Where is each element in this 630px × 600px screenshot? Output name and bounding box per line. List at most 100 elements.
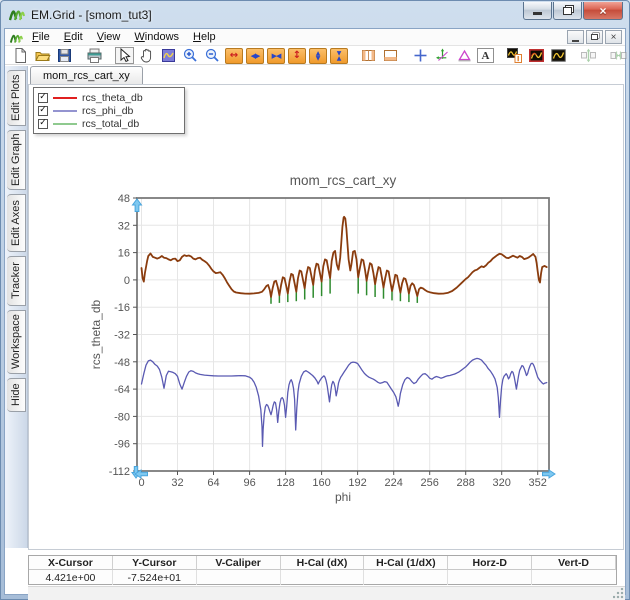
open-folder-icon[interactable] <box>33 47 52 64</box>
save-icon[interactable] <box>55 47 74 64</box>
cursor-col-header: H-Cal (1/dX) <box>364 556 448 570</box>
close-icon: × <box>599 4 606 18</box>
menu-view[interactable]: View <box>90 30 128 44</box>
cursor-col-header: X-Cursor <box>29 556 113 570</box>
document-tab-label: mom_rcs_cart_xy <box>43 70 130 82</box>
pointer-icon[interactable] <box>115 47 134 64</box>
menu-windows[interactable]: Windows <box>127 30 186 44</box>
cursor-readout-table: X-CursorY-CursorV-CaliperH-Cal (dX)H-Cal… <box>28 555 617 585</box>
main-area: mom_rcs_cart_xy ✓rcs_theta_db✓rcs_phi_db… <box>28 66 625 594</box>
resize-grip-icon[interactable] <box>613 588 624 599</box>
v-expand-icon[interactable]: ↕ <box>288 48 306 64</box>
x-tick-label: 64 <box>207 477 219 489</box>
legend-checkbox[interactable]: ✓ <box>38 106 48 116</box>
document-tab[interactable]: mom_rcs_cart_xy <box>30 66 143 84</box>
y-tick-label: -112 <box>109 466 130 478</box>
x-tick-label: 96 <box>243 477 255 489</box>
trace-copy-icon[interactable] <box>505 47 524 64</box>
y-tick-label: 32 <box>118 220 130 232</box>
menu-edit[interactable]: Edit <box>57 30 90 44</box>
v-shrink-icon[interactable]: ▼▲ <box>330 48 348 64</box>
pan-hand-icon[interactable] <box>137 47 156 64</box>
cursor-col-header: V-Caliper <box>197 556 281 570</box>
sidebar-tab-edit-graph[interactable]: Edit Graph <box>7 130 26 190</box>
x-tick-label: 224 <box>385 477 403 489</box>
content-area: Edit Plots Edit Graph Edit Axes Tracker Work… <box>5 66 625 594</box>
legend-item[interactable]: ✓rcs_phi_db <box>38 104 180 117</box>
h-shrink-icon[interactable]: ▶◀ <box>267 48 285 64</box>
legend-checkbox[interactable]: ✓ <box>38 93 48 103</box>
link-vertical-icon[interactable] <box>579 47 598 64</box>
row-region-icon[interactable] <box>381 47 400 64</box>
mdi-close-button[interactable]: × <box>605 30 622 44</box>
minimize-button[interactable] <box>523 2 552 20</box>
chart-title: mom_rcs_cart_xy <box>290 173 397 188</box>
v-split-icon[interactable]: ▲▼ <box>309 48 327 64</box>
sidebar-tab-strip: Edit Plots Edit Graph Edit Axes Tracker Work… <box>5 66 28 548</box>
x-tick-label: 128 <box>276 477 294 489</box>
chart-container[interactable]: 03264961281601922242562883203524832160-1… <box>64 163 574 513</box>
x-tick-label: 192 <box>348 477 366 489</box>
trace-dark-icon[interactable] <box>549 47 568 64</box>
trace-red-icon[interactable] <box>527 47 546 64</box>
menu-bar: FileEditViewWindowsHelp × <box>5 29 625 46</box>
mdi-close-icon: × <box>611 32 617 43</box>
x-tick-label: 320 <box>493 477 511 489</box>
legend-item[interactable]: ✓ rcs_theta_db <box>38 91 180 104</box>
menu-help[interactable]: Help <box>186 30 223 44</box>
cursor-col-value <box>197 570 281 585</box>
y-tick-label: 0 <box>124 275 130 287</box>
legend-checkbox[interactable]: ✓ <box>38 119 48 129</box>
legend-box: ✓rcs_theta_db✓rcs_phi_db✓rcs_total_db <box>33 87 185 134</box>
zoom-in-icon[interactable] <box>181 47 200 64</box>
x-tick-label: 160 <box>312 477 330 489</box>
legend-swatch <box>53 110 77 112</box>
legend-swatch <box>53 97 77 99</box>
sidebar-tab-tracker[interactable]: Tracker <box>7 256 26 306</box>
y-tick-label: -48 <box>114 357 130 369</box>
mdi-restore-button[interactable] <box>586 30 603 44</box>
axes-icon[interactable] <box>433 47 452 64</box>
cursor-col-header: Vert-D <box>532 556 616 570</box>
legend-item[interactable]: ✓ rcs_total_db <box>38 117 180 130</box>
x-tick-label: 288 <box>457 477 475 489</box>
chart-canvas[interactable]: 03264961281601922242562883203524832160-1… <box>64 163 574 513</box>
mdi-minimize-button[interactable] <box>567 30 584 44</box>
cursor-col-value: -7.524e+01 <box>113 570 197 585</box>
app-logo-icon <box>9 7 25 22</box>
column-region-icon[interactable] <box>359 47 378 64</box>
h-expand-icon[interactable]: ↔ <box>225 48 243 64</box>
new-document-icon[interactable] <box>11 47 30 64</box>
sidebar-tab-edit-plots[interactable]: Edit Plots <box>7 70 26 126</box>
delta-icon[interactable] <box>455 47 474 64</box>
menu-file[interactable]: File <box>25 30 57 44</box>
legend-label: rcs_total_db <box>82 118 139 130</box>
cursor-col-value <box>364 570 448 585</box>
screenshot-stage: EM.Grid - [smom_tut3] × FileEditViewWind… <box>0 0 630 600</box>
sidebar-tab-workspace[interactable]: Workspace <box>7 310 26 374</box>
title-bar[interactable]: EM.Grid - [smom_tut3] × <box>1 1 629 28</box>
text-annotation-icon[interactable]: A <box>477 48 494 63</box>
print-icon[interactable] <box>85 47 104 64</box>
restore-icon <box>563 7 572 15</box>
restore-button[interactable] <box>553 2 582 20</box>
sidebar-tab-edit-axes[interactable]: Edit Axes <box>7 194 26 252</box>
y-axis-label: rcs_theta_db <box>89 299 103 369</box>
y-tick-label: 48 <box>118 193 130 205</box>
cursor-col-header: Y-Cursor <box>113 556 197 570</box>
zoom-region-icon[interactable] <box>159 47 178 64</box>
cursor-col-value: 4.421e+00 <box>29 570 113 585</box>
x-tick-label: 256 <box>421 477 439 489</box>
h-split-icon[interactable]: ◀▶ <box>246 48 264 64</box>
crosshair-icon[interactable] <box>411 47 430 64</box>
sidebar-tab-hide[interactable]: Hide <box>7 378 26 412</box>
zoom-out-icon[interactable] <box>203 47 222 64</box>
document-icon <box>10 31 23 43</box>
y-tick-label: -32 <box>114 330 130 342</box>
link-horizontal-icon[interactable] <box>609 47 628 64</box>
legend-label: rcs_theta_db <box>82 92 143 104</box>
toolbar: ↔◀▶▶◀↕▲▼▼▲ALayout <box>5 47 625 65</box>
close-button[interactable]: × <box>583 2 623 20</box>
x-tick-label: 32 <box>171 477 183 489</box>
app-window: EM.Grid - [smom_tut3] × FileEditViewWind… <box>0 0 630 600</box>
